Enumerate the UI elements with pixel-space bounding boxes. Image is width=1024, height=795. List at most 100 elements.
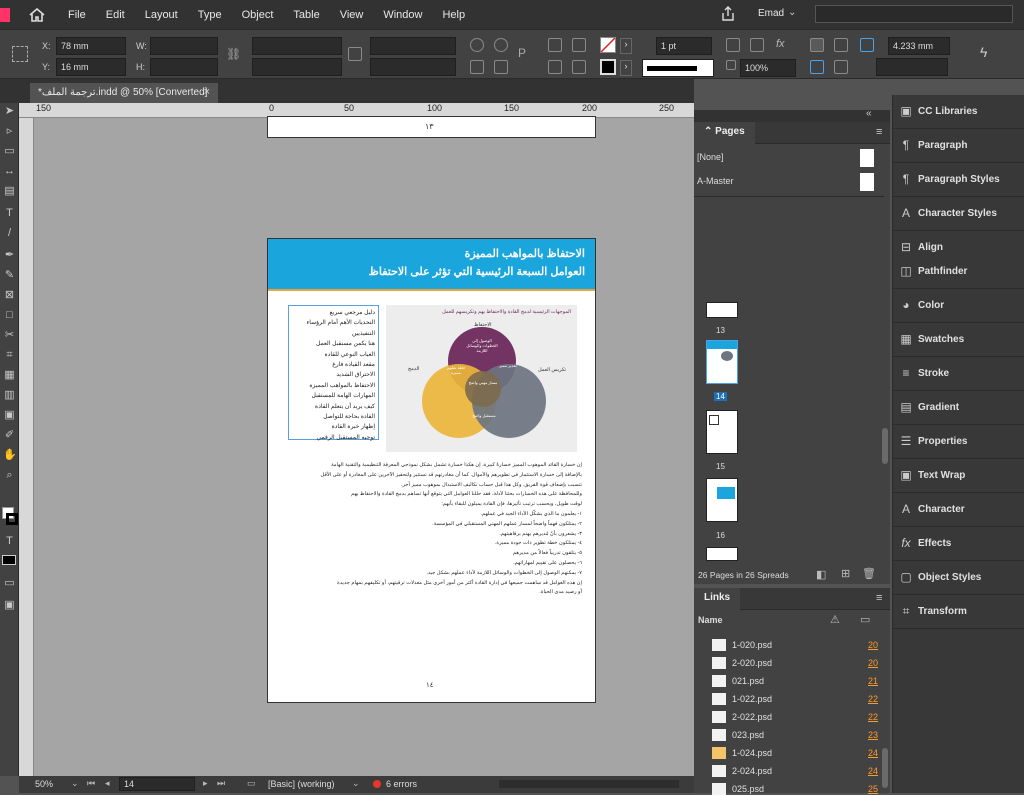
distribute-icon[interactable] (572, 38, 586, 52)
menu-window[interactable]: Window (373, 9, 432, 21)
size-field[interactable]: 4.233 mm (888, 37, 950, 55)
note-tool-icon[interactable]: ▣ (3, 409, 16, 422)
workspace-switcher[interactable]: Emad (758, 8, 784, 19)
search-input[interactable] (815, 5, 1013, 23)
panel-cc-libraries[interactable]: ▣ CC Libraries (893, 95, 1024, 129)
page-number-field[interactable]: 14 (119, 777, 195, 791)
content-collector-icon[interactable]: ▤ (3, 185, 16, 198)
panel-character[interactable]: A Character (893, 493, 1024, 527)
chevron-right-icon[interactable]: › (620, 60, 632, 76)
h-field[interactable] (150, 58, 218, 76)
home-icon[interactable] (26, 6, 48, 24)
panel-align[interactable]: ⊟ Align (893, 231, 1024, 255)
fill-swatch[interactable] (600, 37, 616, 53)
close-icon[interactable]: × (204, 86, 210, 98)
chevron-down-icon[interactable]: ⌄ (352, 778, 360, 789)
gap-tool-icon[interactable]: ↔ (3, 165, 16, 178)
link-row[interactable]: 1-024.psd 24 (694, 744, 884, 762)
rotate-ccw-icon[interactable] (494, 38, 508, 52)
selection-tool-icon[interactable]: ➤ (3, 105, 16, 118)
link-scale-icon[interactable] (348, 47, 362, 61)
first-page-icon[interactable]: ⏮ (87, 778, 95, 789)
formatting-container-icon[interactable]: T (3, 535, 16, 548)
link-row[interactable]: 1-020.psd 20 (694, 636, 884, 654)
line-tool-icon[interactable]: / (3, 227, 16, 240)
link-row[interactable]: 023.psd 23 (694, 726, 884, 744)
gradient-feather-icon[interactable]: ▥ (3, 389, 16, 402)
edit-page-size-icon[interactable]: ◧ (816, 568, 826, 581)
chevron-down-icon[interactable]: ⌄ (788, 7, 796, 18)
menu-file[interactable]: File (58, 9, 96, 21)
pencil-tool-icon[interactable]: ✎ (3, 269, 16, 282)
stroke-weight-field[interactable]: 1 pt (656, 37, 712, 55)
next-page-icon[interactable]: ▸ (203, 778, 208, 789)
flip-vertical-icon[interactable] (494, 60, 508, 74)
fx-icon[interactable]: fx (776, 38, 790, 52)
distribute-vertical-icon[interactable] (572, 60, 586, 74)
constrain-proportions-icon[interactable]: ⛓ (226, 47, 241, 61)
align-left-icon[interactable] (810, 38, 824, 52)
trash-icon[interactable]: 🗑 (862, 567, 876, 580)
align-icon[interactable] (548, 38, 562, 52)
panel-pathfinder[interactable]: ◫ Pathfinder (893, 255, 1024, 289)
document-tab[interactable]: *ترجمة الملف.indd @ 50% [Converted] × (30, 83, 218, 103)
reference-point-icon[interactable] (12, 46, 28, 62)
x-field[interactable]: 78 mm (56, 37, 126, 55)
page-14[interactable]: الاحتفاظ بالمواهب المميزة العوامل السبعة… (267, 238, 596, 703)
y-field[interactable]: 16 mm (56, 58, 126, 76)
master-a-thumb[interactable] (860, 173, 874, 191)
apply-color-icon[interactable] (2, 555, 16, 565)
panel-paragraph[interactable]: ¶ Paragraph (893, 129, 1024, 163)
wrap-icon[interactable] (834, 60, 848, 74)
panel-effects[interactable]: fx Effects (893, 527, 1024, 561)
chevron-down-icon[interactable]: ⌄ (71, 778, 79, 789)
panel-transform[interactable]: ⌗ Transform (893, 595, 1024, 629)
eyedropper-icon[interactable]: ✐ (3, 429, 16, 442)
menu-object[interactable]: Object (232, 9, 284, 21)
page-thumb-15[interactable] (706, 410, 738, 454)
align-vertical-icon[interactable] (548, 60, 562, 74)
shear-field[interactable] (370, 58, 456, 76)
panel-character-styles[interactable]: A Character Styles (893, 197, 1024, 231)
pen-tool-icon[interactable]: ✒ (3, 249, 16, 262)
chevron-right-icon[interactable]: › (620, 38, 632, 54)
scissors-icon[interactable]: ✂ (3, 329, 16, 342)
panel-stroke[interactable]: ≡ Stroke (893, 357, 1024, 391)
flip-horizontal-icon[interactable] (470, 60, 484, 74)
panel-gradient[interactable]: ▤ Gradient (893, 391, 1024, 425)
pages-tab[interactable]: ⌃ Pages (694, 122, 755, 144)
page-column-icon[interactable]: ▭ (860, 613, 870, 626)
free-transform-icon[interactable]: ⌗ (3, 349, 16, 362)
scale-x-field[interactable] (252, 37, 342, 55)
link-row[interactable]: 2-022.psd 22 (694, 708, 884, 726)
master-none-thumb[interactable] (860, 149, 874, 167)
previous-page-icon[interactable]: ◂ (105, 778, 110, 789)
link-row[interactable]: 2-020.psd 20 (694, 654, 884, 672)
panel-properties[interactable]: ☰ Properties (893, 425, 1024, 459)
open-page-icon[interactable]: ▭ (247, 778, 256, 789)
panel-object-styles[interactable]: ▢ Object Styles (893, 561, 1024, 595)
menu-layout[interactable]: Layout (135, 9, 188, 21)
lightning-icon[interactable]: ϟ (980, 44, 987, 60)
direct-selection-icon[interactable]: ▹ (3, 125, 16, 138)
rotation-field[interactable] (370, 37, 456, 55)
frame-fitting-icon[interactable] (726, 38, 740, 52)
pasteboard[interactable]: ١٣ الاحتفاظ بالمواهب المميزة العوامل الس… (34, 116, 694, 776)
link-row[interactable]: 1-022.psd 22 (694, 690, 884, 708)
menu-type[interactable]: Type (188, 9, 232, 21)
rectangle-tool-icon[interactable]: □ (3, 309, 16, 322)
links-tab[interactable]: Links (694, 588, 741, 610)
collapse-icon[interactable]: « (866, 108, 872, 119)
gradient-swatch-icon[interactable]: ▦ (3, 369, 16, 382)
panel-color[interactable]: ◕ Color (893, 289, 1024, 323)
page-thumb-13[interactable] (706, 302, 738, 318)
error-count[interactable]: 6 errors (386, 779, 417, 789)
menu-icon[interactable]: ≡ (876, 126, 882, 138)
links-scrollbar-thumb[interactable] (882, 748, 888, 788)
w-field[interactable] (150, 37, 218, 55)
preflight-profile[interactable]: [Basic] (working) (268, 779, 335, 789)
page-thumb-14[interactable] (706, 340, 738, 384)
zoom-level[interactable]: 50% (35, 779, 53, 789)
rotate-cw-icon[interactable] (470, 38, 484, 52)
master-none[interactable]: [None] (697, 152, 724, 162)
